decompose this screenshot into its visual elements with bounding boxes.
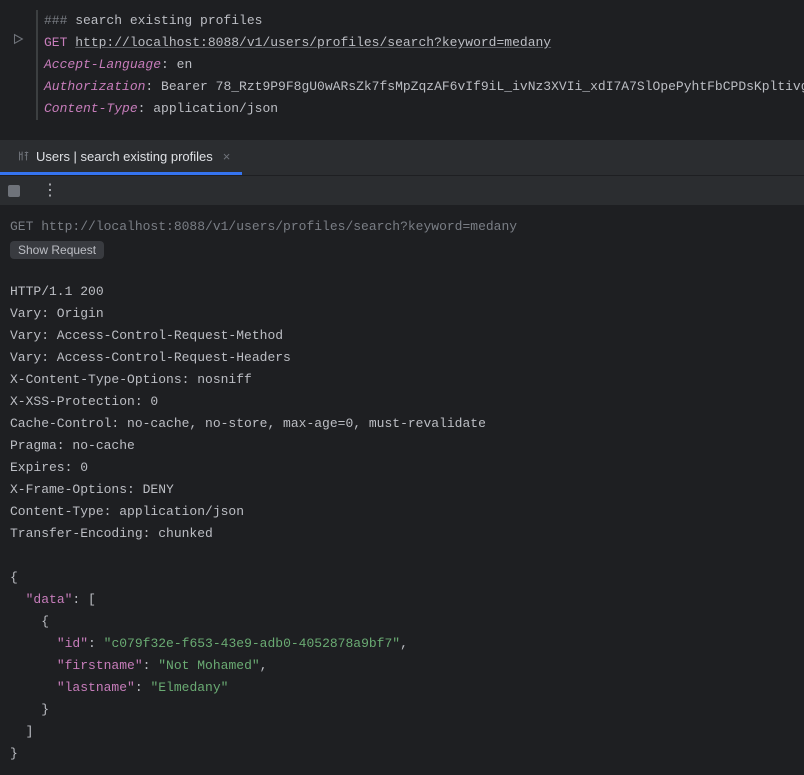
- header-line: Content-Type: application/json: [44, 98, 804, 120]
- header-line: Authorization: Bearer 78_Rzt9P9F8gU0wARs…: [44, 76, 804, 98]
- response-header-line: X-Frame-Options: DENY: [10, 479, 794, 501]
- response-panel: GET http://localhost:8088/v1/users/profi…: [0, 206, 804, 775]
- editor-gutter: [0, 0, 36, 140]
- json-line: ]: [10, 721, 794, 743]
- json-line: {: [10, 567, 794, 589]
- close-icon[interactable]: ×: [219, 147, 235, 166]
- response-header-line: X-XSS-Protection: 0: [10, 391, 794, 413]
- tab-label: Users | search existing profiles: [36, 149, 213, 164]
- json-line: "lastname": "Elmedany": [10, 677, 794, 699]
- response-header-line: Vary: Access-Control-Request-Headers: [10, 347, 794, 369]
- response-request-line: GET http://localhost:8088/v1/users/profi…: [10, 216, 794, 238]
- json-line: "id": "c079f32e-f653-43e9-adb0-4052878a9…: [10, 633, 794, 655]
- response-header-line: Pragma: no-cache: [10, 435, 794, 457]
- more-actions-icon[interactable]: ⋮: [28, 183, 58, 199]
- code-area[interactable]: ### search existing profiles GET http://…: [36, 10, 804, 120]
- tab-search-profiles[interactable]: Users | search existing profiles ×: [0, 140, 242, 175]
- response-header-line: X-Content-Type-Options: nosniff: [10, 369, 794, 391]
- show-request-button[interactable]: Show Request: [10, 241, 104, 259]
- response-header-line: Expires: 0: [10, 457, 794, 479]
- header-line: Accept-Language: en: [44, 54, 804, 76]
- editor-panel: ### search existing profiles GET http://…: [0, 0, 804, 140]
- blank-line: [10, 545, 794, 567]
- response-header-line: Vary: Origin: [10, 303, 794, 325]
- run-request-icon[interactable]: [0, 32, 36, 46]
- response-header-line: Content-Type: application/json: [10, 501, 794, 523]
- http-tab-icon: [16, 149, 30, 163]
- response-header-line: Transfer-Encoding: chunked: [10, 523, 794, 545]
- response-body[interactable]: HTTP/1.1 200 Vary: Origin Vary: Access-C…: [10, 281, 794, 765]
- comment-line: ### search existing profiles: [44, 10, 804, 32]
- response-header-line: HTTP/1.1 200: [10, 281, 794, 303]
- request-line: GET http://localhost:8088/v1/users/profi…: [44, 32, 804, 54]
- json-line: }: [10, 743, 794, 765]
- response-header-line: Vary: Access-Control-Request-Method: [10, 325, 794, 347]
- tab-bar: Users | search existing profiles ×: [0, 140, 804, 176]
- stop-icon[interactable]: [8, 185, 20, 197]
- json-line: "firstname": "Not Mohamed",: [10, 655, 794, 677]
- json-line: }: [10, 699, 794, 721]
- response-header-line: Cache-Control: no-cache, no-store, max-a…: [10, 413, 794, 435]
- response-toolbar: ⋮: [0, 176, 804, 206]
- request-url[interactable]: http://localhost:8088/v1/users/profiles/…: [75, 35, 551, 50]
- json-line: {: [10, 611, 794, 633]
- json-line: "data": [: [10, 589, 794, 611]
